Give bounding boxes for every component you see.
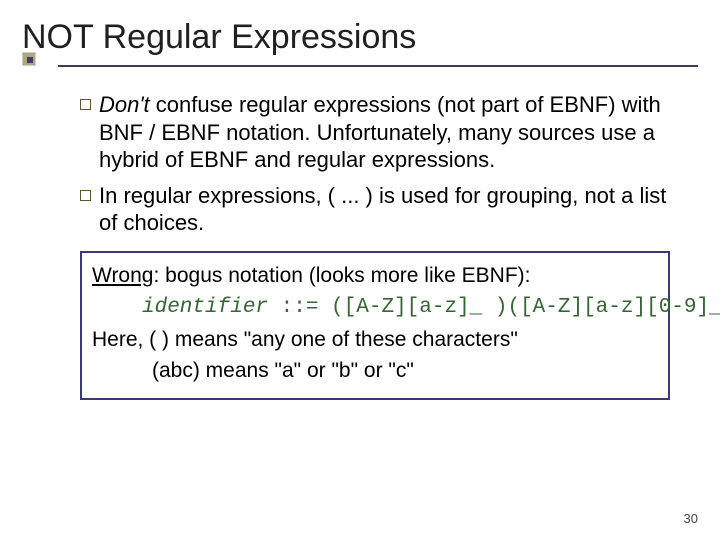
bullet-rest: In regular expressions, ( ... ) is used … (99, 183, 666, 236)
title-block: NOT Regular Expressions (0, 0, 720, 67)
slide: NOT Regular Expressions Don't confuse re… (0, 0, 720, 540)
title-rule (58, 65, 698, 67)
example-line: (abc) means "a" or "b" or "c" (152, 356, 658, 385)
example-box: Wrong: bogus notation (looks more like E… (80, 251, 670, 400)
bullet-icon (80, 99, 91, 110)
code-rest: ::= ([A-Z][a-z]_ )([A-Z][a-z][0-9]_)* (268, 296, 720, 319)
wrong-line: Wrong: bogus notation (looks more like E… (92, 261, 658, 290)
bullet-text: Don't confuse regular expressions (not p… (99, 91, 690, 174)
note-line: Here, ( ) means "any one of these charac… (92, 325, 658, 354)
wrong-rest: : bogus notation (looks more like EBNF): (153, 264, 530, 287)
bullet-item: Don't confuse regular expressions (not p… (80, 91, 690, 174)
wrong-label: Wrong (92, 264, 153, 287)
bullet-lead: Don't (99, 92, 150, 117)
title-accent-icon (22, 52, 36, 66)
bullet-icon (80, 190, 91, 201)
code-identifier: identifier (142, 296, 268, 319)
code-line: identifier ::= ([A-Z][a-z]_ )([A-Z][a-z]… (142, 296, 658, 319)
body: Don't confuse regular expressions (not p… (0, 75, 720, 400)
bullet-item: In regular expressions, ( ... ) is used … (80, 182, 690, 237)
bullet-text: In regular expressions, ( ... ) is used … (99, 182, 690, 237)
bullet-rest: confuse regular expressions (not part of… (99, 92, 661, 172)
slide-title: NOT Regular Expressions (22, 18, 720, 57)
page-number: 30 (684, 511, 698, 526)
